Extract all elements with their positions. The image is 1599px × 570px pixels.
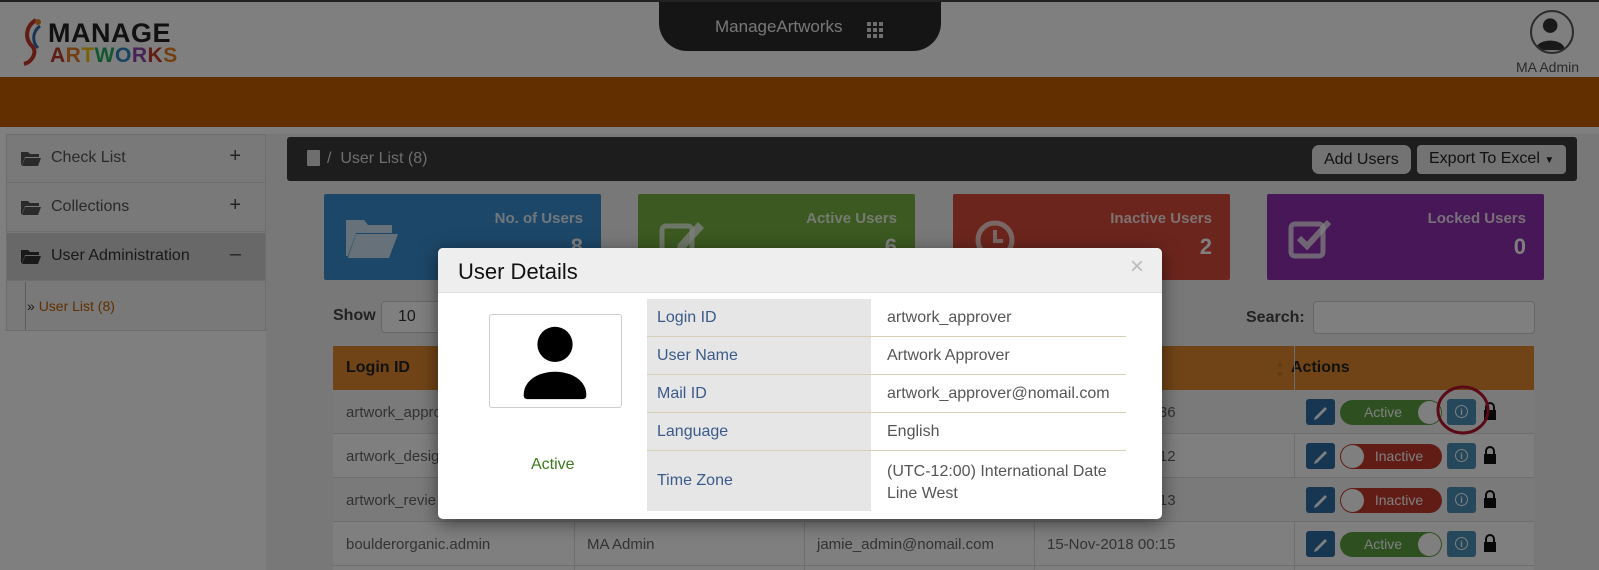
detail-label-cell: User Name bbox=[647, 337, 871, 374]
detail-label: Login ID bbox=[657, 309, 717, 326]
detail-row-user-name: User Name Artwork Approver bbox=[647, 337, 1126, 375]
detail-value: Artwork Approver bbox=[887, 347, 1010, 364]
detail-label: Mail ID bbox=[657, 385, 707, 402]
detail-label: Language bbox=[657, 423, 729, 440]
modal-header: User Details × bbox=[438, 248, 1162, 293]
user-photo bbox=[489, 314, 622, 408]
detail-label-cell: Login ID bbox=[647, 299, 871, 336]
detail-label: Time Zone bbox=[657, 472, 733, 489]
detail-row-login-id: Login ID artwork_approver bbox=[647, 299, 1126, 337]
detail-row-mail-id: Mail ID artwork_approver@nomail.com bbox=[647, 375, 1126, 413]
modal-title: User Details bbox=[458, 259, 578, 284]
detail-value: artwork_approver@nomail.com bbox=[887, 385, 1110, 402]
detail-label: User Name bbox=[657, 347, 738, 364]
detail-value: English bbox=[887, 423, 940, 440]
detail-label-cell: Language bbox=[647, 413, 871, 450]
user-status: Active bbox=[531, 456, 575, 473]
detail-value: (UTC-12:00) International Date Line West bbox=[887, 463, 1107, 502]
detail-row-language: Language English bbox=[647, 413, 1126, 451]
close-icon[interactable]: × bbox=[1130, 253, 1144, 281]
detail-value: artwork_approver bbox=[887, 309, 1012, 326]
user-silhouette-icon bbox=[523, 326, 587, 400]
detail-row-time-zone: Time Zone (UTC-12:00) International Date… bbox=[647, 451, 1126, 511]
user-details-modal: User Details × Active Login ID artwork_a… bbox=[438, 248, 1162, 519]
detail-label-cell: Mail ID bbox=[647, 375, 871, 412]
detail-label-cell: Time Zone bbox=[647, 451, 871, 511]
